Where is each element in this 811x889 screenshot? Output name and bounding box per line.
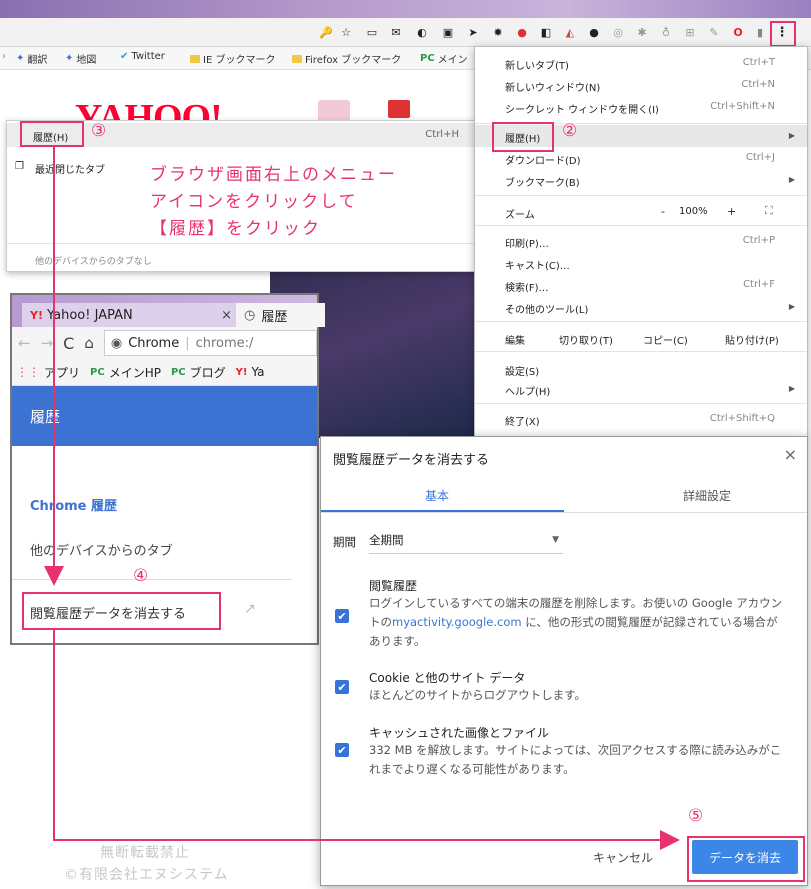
watermark-line-1: 無断転載禁止 <box>100 845 190 861</box>
watermark-line-2: ©有限会社エヌシステム <box>64 867 229 883</box>
arrow-step4-to-step5 <box>53 628 680 850</box>
annotation-arrows <box>44 145 680 850</box>
